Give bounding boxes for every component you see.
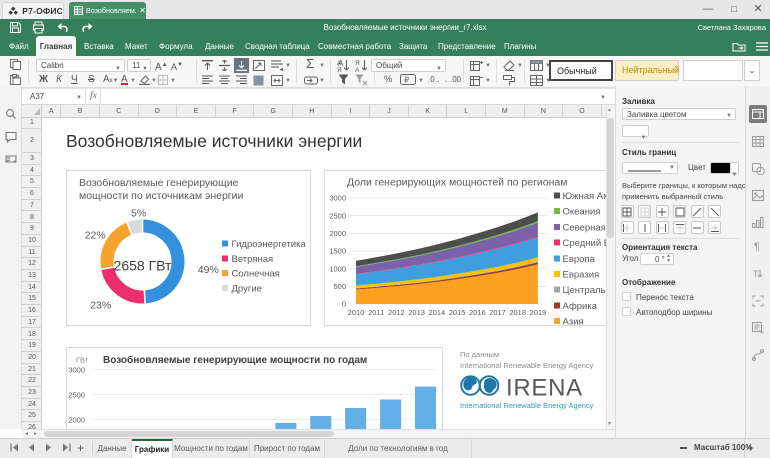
svg-text:Центральн: Центральн (563, 285, 611, 296)
svg-text:3000: 3000 (329, 194, 346, 203)
svg-text:2500: 2500 (68, 391, 85, 400)
svg-text:500: 500 (333, 282, 346, 291)
svg-text:Возобновляемые генерирующие: Возобновляемые генерирующие (79, 177, 239, 189)
svg-text:Средний В: Средний В (563, 238, 611, 249)
svg-text:2013: 2013 (408, 308, 425, 317)
svg-text:2500: 2500 (329, 211, 346, 220)
svg-text:2016: 2016 (469, 308, 486, 317)
svg-text:49%: 49% (198, 264, 219, 276)
svg-text:2012: 2012 (388, 308, 405, 317)
svg-text:3000: 3000 (68, 366, 85, 375)
svg-text:T: T (753, 269, 759, 279)
svg-text:мощности по источникам энергии: мощности по источникам энергии (79, 190, 243, 202)
svg-text:Я: Я (337, 67, 342, 72)
svg-text:2018: 2018 (509, 308, 526, 317)
svg-text:Ветряная: Ветряная (232, 254, 274, 265)
svg-text:Солнечная: Солнечная (232, 269, 280, 280)
svg-text:2658 ГВт: 2658 ГВт (114, 258, 172, 274)
svg-text:Я: Я (355, 60, 360, 67)
svg-text:Евразия: Евразия (563, 270, 600, 281)
svg-text:Африка: Африка (563, 301, 598, 312)
svg-text:2000: 2000 (68, 416, 85, 425)
svg-text:Возобновляемые генерирующие мо: Возобновляемые генерирующие мощности по … (103, 354, 367, 366)
svg-text:₽: ₽ (404, 76, 409, 85)
svg-text:22%: 22% (85, 229, 106, 241)
svg-text:Гидроэнергетика: Гидроэнергетика (232, 239, 307, 250)
svg-text:1500: 1500 (329, 247, 346, 256)
svg-text:Южная Ам: Южная Ам (563, 191, 610, 202)
svg-text:ГВт: ГВт (76, 356, 89, 365)
svg-text:2000: 2000 (329, 229, 346, 238)
svg-text:Доли генерирующих мощностей по: Доли генерирующих мощностей по регионам (347, 177, 567, 189)
svg-text:2010: 2010 (348, 308, 365, 317)
svg-text:23%: 23% (90, 299, 111, 311)
svg-text:А: А (355, 67, 360, 72)
svg-text:2014: 2014 (428, 308, 445, 317)
svg-text:5%: 5% (131, 208, 146, 220)
svg-text:2017: 2017 (489, 308, 506, 317)
svg-text:Европа: Европа (563, 254, 596, 265)
svg-text:0: 0 (342, 300, 346, 309)
svg-text:1000: 1000 (329, 264, 346, 273)
svg-text:IRENA: IRENA (506, 375, 583, 402)
svg-text:Другие: Другие (232, 284, 262, 295)
svg-text:Азия: Азия (563, 317, 584, 326)
svg-text:International Renewable Energy: International Renewable Energy Agency (460, 401, 594, 410)
svg-text:Океания: Океания (563, 207, 601, 218)
svg-text:2015: 2015 (449, 308, 466, 317)
svg-text:2011: 2011 (368, 308, 384, 317)
svg-text:2019: 2019 (530, 308, 547, 317)
svg-text:А: А (337, 60, 342, 67)
